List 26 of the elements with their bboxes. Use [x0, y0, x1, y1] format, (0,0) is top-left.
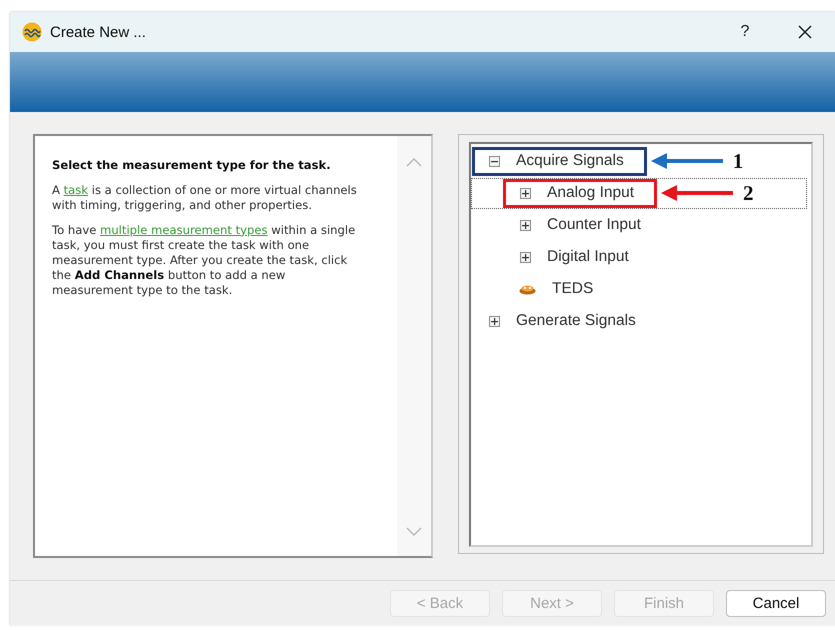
app-logo-icon: [22, 22, 42, 42]
tree-item[interactable]: Acquire Signals 1: [471, 146, 807, 177]
help-link[interactable]: task: [64, 182, 88, 197]
tree-item[interactable]: Counter Input: [471, 210, 807, 241]
callout-number: 2: [743, 180, 754, 206]
sensor-icon: [519, 283, 536, 296]
help-paragraph: A task is a collection of one or more virtual channels with timing, triggering, and other properties.: [52, 182, 357, 213]
wizard-button[interactable]: Cancel: [726, 590, 826, 617]
tree-item[interactable]: TEDS: [471, 274, 807, 305]
help-link[interactable]: multiple measurement types: [100, 222, 268, 237]
close-icon: [798, 25, 812, 39]
highlight-box: Analog Input: [503, 178, 658, 208]
expand-icon[interactable]: [520, 188, 531, 199]
tree-item[interactable]: Analog Input 2: [471, 178, 807, 209]
collapse-icon[interactable]: [489, 156, 500, 167]
help-paragraph: To have multiple measurement types within a single task, you must first create the task with one measurement type. After you create the task, click the Add Channels button to add a new measurement type to the task.: [52, 222, 356, 298]
highlight-box: Acquire Signals: [472, 146, 647, 176]
expand-icon[interactable]: [489, 316, 500, 327]
help-button[interactable]: ?: [715, 12, 775, 52]
tree-item[interactable]: Generate Signals: [471, 306, 807, 337]
callout-number: 1: [732, 148, 744, 174]
expand-icon[interactable]: [520, 220, 531, 231]
expand-icon[interactable]: [520, 252, 531, 263]
help-heading: Select the measurement type for the task.: [52, 158, 332, 173]
window-title: Create New ...: [50, 24, 147, 40]
tree-item[interactable]: Digital Input: [471, 242, 807, 273]
